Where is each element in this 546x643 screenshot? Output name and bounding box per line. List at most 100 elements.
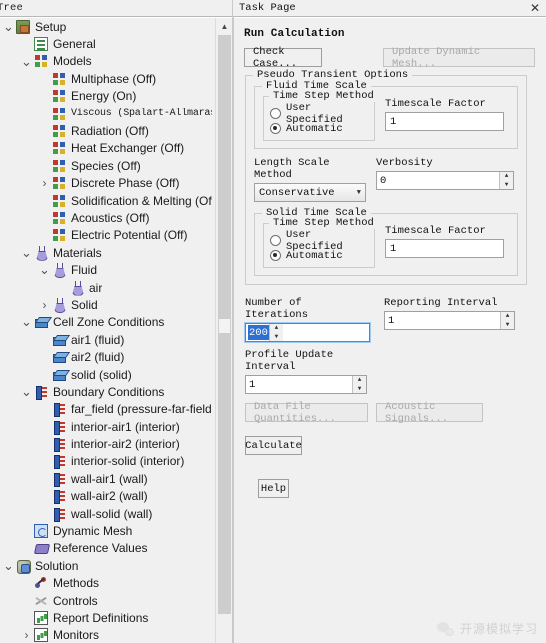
tree-item-wall-air2-wall[interactable]: wall-air2 (wall): [0, 488, 216, 505]
tree-item-viscous-spalart-allmaras-1-e[interactable]: Viscous (Spalart-Allmaras (1 e···: [0, 105, 216, 122]
tree-item-heat-exchanger-off[interactable]: Heat Exchanger (Off): [0, 140, 216, 157]
tree-item-wall-solid-wall[interactable]: wall-solid (wall): [0, 505, 216, 522]
tree-item-air1-fluid[interactable]: air1 (fluid): [0, 331, 216, 348]
chevron-down-icon[interactable]: ⌄: [20, 55, 33, 68]
chevron-down-icon[interactable]: ⌄: [38, 263, 51, 276]
tree-item-label: Controls: [53, 593, 98, 608]
chevron-down-icon: ▼: [356, 188, 361, 197]
fluid-timescale-factor-input[interactable]: 1: [385, 112, 504, 131]
tree-item-solid[interactable]: › Solid: [0, 296, 216, 313]
reporting-interval-input[interactable]: 1: [385, 312, 500, 329]
tree-item-acoustics-off[interactable]: Acoustics (Off): [0, 209, 216, 226]
verbosity-value[interactable]: 0: [377, 172, 499, 189]
tree-item-report-definitions[interactable]: Report Definitions: [0, 609, 216, 626]
tree-item-fluid[interactable]: ⌄ Fluid: [0, 261, 216, 278]
profile-update-interval-field: Profile Update Interval 1 ▲ ▼: [242, 349, 367, 394]
tree-item-radiation-off[interactable]: Radiation (Off): [0, 122, 216, 139]
tree-item-electric-potential-off[interactable]: Electric Potential (Off): [0, 227, 216, 244]
spinner-down-icon[interactable]: ▼: [353, 385, 366, 394]
number-of-iterations-spinner[interactable]: 200 ▲ ▼: [244, 322, 371, 343]
report-icon: [33, 610, 49, 625]
tree-item-controls[interactable]: Controls: [0, 592, 216, 609]
spinner-up-icon[interactable]: ▲: [500, 172, 513, 181]
verbosity-spinner-buttons[interactable]: ▲ ▼: [499, 172, 513, 189]
profile-update-interval-spinner-buttons[interactable]: ▲ ▼: [352, 376, 366, 393]
scrollbar-track-upper[interactable]: [218, 35, 231, 318]
tree-item-multiphase-off[interactable]: Multiphase (Off): [0, 70, 216, 87]
flask-icon: [51, 297, 67, 312]
tree-item-monitors[interactable]: › Monitors: [0, 627, 216, 643]
reporting-interval-spinner-buttons[interactable]: ▲ ▼: [500, 312, 514, 329]
tree-item-label: Radiation (Off): [71, 124, 149, 139]
help-button[interactable]: Help: [258, 479, 289, 498]
tree-item-solid-solid[interactable]: solid (solid): [0, 366, 216, 383]
methods-icon: [33, 576, 49, 590]
tree-item-energy-on[interactable]: Energy (On): [0, 88, 216, 105]
scroll-up-arrow-icon[interactable]: ▲: [216, 18, 232, 35]
chevron-right-icon[interactable]: ›: [38, 177, 51, 189]
verbosity-spinner[interactable]: 0 ▲ ▼: [376, 171, 514, 190]
tree-item-interior-air2-interior[interactable]: interior-air2 (interior): [0, 435, 216, 453]
tree-item-air2-fluid[interactable]: air2 (fluid): [0, 348, 216, 365]
solid-radio-user-specified[interactable]: User Specified: [270, 229, 368, 253]
scrollbar-track-lower[interactable]: [218, 334, 231, 614]
tree-vertical-scrollbar[interactable]: ▲: [215, 18, 232, 643]
tree-item-setup[interactable]: ⌄ Setup: [0, 18, 216, 35]
tree-panel: Tree ⌄ Setup General ⌄ Models Multiphase (Off…: [0, 0, 233, 643]
chevron-down-icon[interactable]: ⌄: [20, 246, 33, 259]
tree-item-label: interior-air2 (interior): [71, 437, 180, 452]
task-page-title: Task Page: [239, 2, 296, 14]
tree-list: ⌄ Setup General ⌄ Models Multiphase (Off) Ener…: [0, 18, 216, 643]
tree-item-cell-zone-conditions[interactable]: ⌄ Cell Zone Conditions: [0, 314, 216, 331]
close-icon[interactable]: ✕: [528, 2, 542, 14]
length-scale-method-dropdown[interactable]: Conservative ▼: [254, 183, 366, 202]
tree-scroll-region[interactable]: ⌄ Setup General ⌄ Models Multiphase (Off) Ener…: [0, 18, 216, 643]
tree-item-label: Fluid: [71, 263, 98, 278]
chevron-right-icon[interactable]: ›: [38, 299, 51, 311]
tree-item-interior-air1-interior[interactable]: interior-air1 (interior): [0, 418, 216, 435]
chevron-down-icon[interactable]: ⌄: [20, 385, 33, 398]
fluid-radio-user-specified[interactable]: User Specified: [270, 102, 368, 126]
spinner-down-icon[interactable]: ▼: [270, 333, 283, 342]
tree-item-general[interactable]: General: [0, 35, 216, 52]
spinner-down-icon[interactable]: ▼: [501, 321, 514, 330]
number-of-iterations-input[interactable]: 200: [248, 325, 269, 340]
tree-item-interior-solid-interior[interactable]: interior-solid (interior): [0, 453, 216, 470]
chevron-down-icon[interactable]: ⌄: [20, 316, 33, 329]
tree-item-air[interactable]: air: [0, 279, 216, 296]
solid-time-step-method-legend: Time Step Method: [269, 217, 378, 229]
scrollbar-track[interactable]: [216, 35, 232, 643]
tree-item-materials[interactable]: ⌄ Materials: [0, 244, 216, 261]
spinner-up-icon[interactable]: ▲: [270, 324, 283, 333]
solid-timescale-factor-input[interactable]: 1: [385, 239, 504, 258]
spinner-up-icon[interactable]: ▲: [353, 376, 366, 385]
calculate-button[interactable]: Calculate: [245, 436, 302, 455]
tree-item-label: Boundary Conditions: [53, 384, 165, 399]
tree-item-reference-values[interactable]: Reference Values: [0, 540, 216, 557]
tree-item-dynamic-mesh[interactable]: Dynamic Mesh: [0, 522, 216, 539]
length-scale-method-field: Length Scale Method Conservative ▼: [254, 157, 366, 202]
boundary-icon: [51, 489, 67, 505]
check-case-button[interactable]: Check Case...: [244, 46, 322, 70]
reporting-interval-spinner[interactable]: 1 ▲ ▼: [384, 311, 515, 330]
tree-item-boundary-conditions[interactable]: ⌄ Boundary Conditions: [0, 383, 216, 400]
chevron-right-icon[interactable]: ›: [20, 629, 33, 641]
tree-item-discrete-phase-off[interactable]: › Discrete Phase (Off): [0, 175, 216, 192]
chevron-down-icon[interactable]: ⌄: [2, 559, 15, 572]
tree-item-far-field-pressure-far-field[interactable]: far_field (pressure-far-field): [0, 401, 216, 418]
profile-update-interval-spinner[interactable]: 1 ▲ ▼: [245, 375, 367, 394]
tree-item-models[interactable]: ⌄ Models: [0, 53, 216, 70]
tree-item-species-off[interactable]: Species (Off): [0, 157, 216, 174]
chevron-down-icon[interactable]: ⌄: [2, 20, 15, 33]
tree-item-wall-air1-wall[interactable]: wall-air1 (wall): [0, 470, 216, 487]
spinner-down-icon[interactable]: ▼: [500, 181, 513, 190]
length-scale-method-value: Conservative: [259, 186, 335, 199]
number-of-iterations-spinner-buttons[interactable]: ▲ ▼: [268, 324, 283, 342]
spinner-up-icon[interactable]: ▲: [501, 312, 514, 321]
tree-item-solution[interactable]: ⌄ Solution: [0, 557, 216, 574]
tree-item-solidification-melting-off[interactable]: Solidification & Melting (Off): [0, 192, 216, 209]
scrollbar-thumb[interactable]: [218, 318, 231, 334]
tree-item-label: Dynamic Mesh: [53, 524, 133, 539]
tree-item-methods[interactable]: Methods: [0, 575, 216, 592]
profile-update-interval-input[interactable]: 1: [246, 376, 352, 393]
